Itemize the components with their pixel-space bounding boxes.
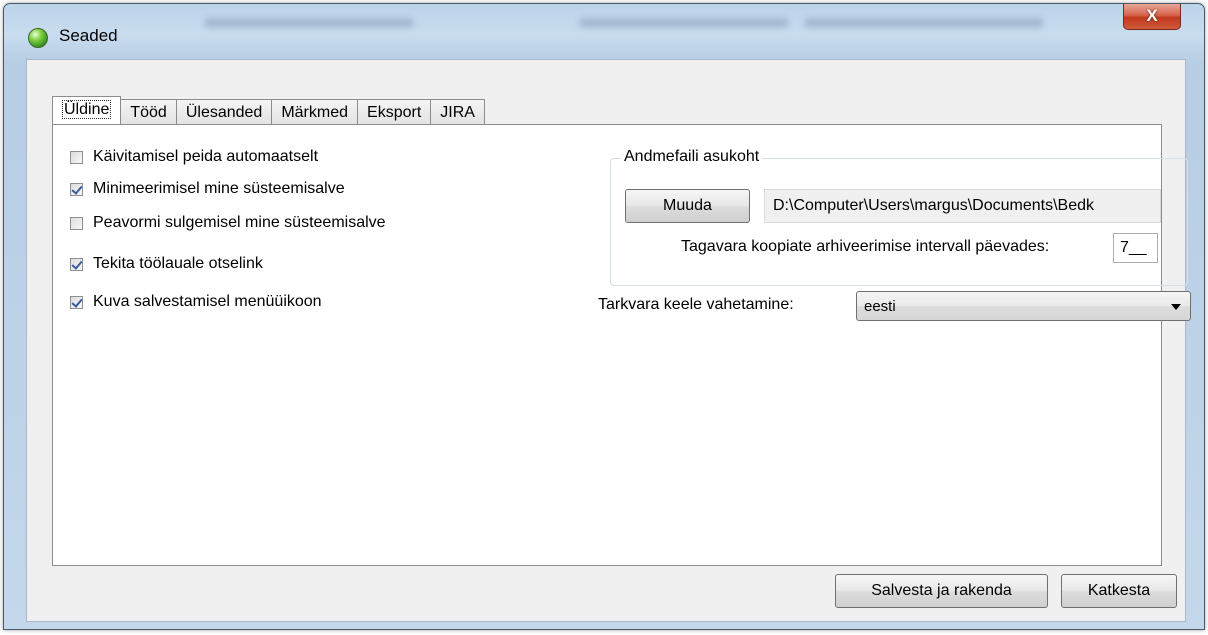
settings-window: Seaded X Üldine Tööd Ülesanded Märkmed E… [3, 3, 1205, 630]
tab-tood[interactable]: Tööd [120, 99, 177, 124]
backup-interval-input[interactable] [1113, 233, 1158, 263]
tab-eksport[interactable]: Eksport [357, 99, 432, 124]
checkbox-box[interactable] [70, 182, 83, 196]
blurred-title-text [204, 18, 414, 28]
checkbox-close-to-tray[interactable]: Peavormi sulgemisel mine süsteemisalve [70, 213, 386, 233]
group-title: Andmefaili asukoht [621, 148, 763, 166]
title-bar[interactable]: Seaded X [4, 4, 1204, 48]
checkbox-desktop-shortcut[interactable]: Tekita töölauale otselink [70, 254, 263, 274]
language-select[interactable]: eesti [856, 291, 1191, 321]
tab-jira[interactable]: JIRA [430, 99, 485, 124]
cancel-button[interactable]: Katkesta [1061, 574, 1177, 608]
save-and-apply-button[interactable]: Salvesta ja rakenda [835, 574, 1048, 608]
language-selected-value: eesti [864, 298, 896, 315]
blurred-title-text [804, 18, 1044, 28]
checkbox-minimize-to-tray[interactable]: Minimeerimisel mine süsteemisalve [70, 179, 345, 199]
checkbox-box[interactable] [70, 295, 83, 309]
tab-markmed[interactable]: Märkmed [271, 99, 359, 124]
tab-label: Üldine [62, 100, 112, 119]
checkbox-box[interactable] [70, 257, 83, 271]
data-file-location-group: Andmefaili asukoht Muuda D:\Computer\Use… [610, 148, 1188, 286]
general-tab-panel: Käivitamisel peida automaatselt Minimeer… [52, 124, 1191, 566]
checkbox-menu-icon-on-save[interactable]: Kuva salvestamisel menüüikoon [70, 292, 322, 312]
checkbox-label: Tekita töölauale otselink [93, 255, 263, 272]
dialog-client-area: Üldine Tööd Ülesanded Märkmed Eksport JI… [26, 59, 1191, 622]
checkbox-box[interactable] [70, 150, 83, 164]
tab-strip: Üldine Tööd Ülesanded Märkmed Eksport JI… [52, 96, 485, 124]
blurred-title-text [579, 18, 789, 28]
language-label: Tarkvara keele vahetamine: [598, 296, 794, 313]
tab-ulesanded[interactable]: Ülesanded [175, 99, 273, 124]
app-icon [28, 28, 48, 48]
checkbox-hide-on-start[interactable]: Käivitamisel peida automaatselt [70, 147, 318, 167]
checkbox-label: Kuva salvestamisel menüüikoon [93, 293, 322, 310]
change-location-button[interactable]: Muuda [625, 189, 750, 223]
backup-interval-label: Tagavara koopiate arhiveerimise interval… [681, 238, 1050, 255]
close-button[interactable]: X [1123, 4, 1181, 30]
checkbox-label: Minimeerimisel mine süsteemisalve [93, 180, 345, 197]
chevron-down-icon [1171, 304, 1181, 310]
checkbox-label: Peavormi sulgemisel mine süsteemisalve [93, 214, 386, 231]
data-file-path-field[interactable]: D:\Computer\Users\margus\Documents\Bedk [764, 189, 1161, 223]
checkbox-label: Käivitamisel peida automaatselt [93, 148, 319, 165]
window-title: Seaded [59, 26, 118, 45]
tab-uldine[interactable]: Üldine [52, 96, 122, 124]
checkbox-box[interactable] [70, 216, 83, 230]
